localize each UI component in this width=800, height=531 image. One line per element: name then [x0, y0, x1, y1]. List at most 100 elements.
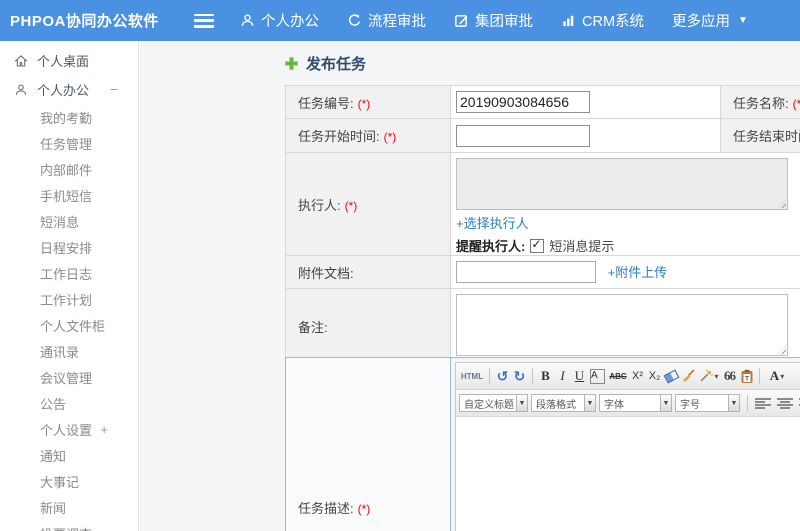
- magic-wand-button[interactable]: ▾: [697, 366, 721, 386]
- redo-button[interactable]: ↻: [511, 366, 528, 386]
- sidebar-item-schedule[interactable]: 日程安排: [0, 234, 138, 260]
- task-number-input[interactable]: [456, 91, 590, 113]
- sms-remind-label: 短消息提示: [549, 239, 615, 254]
- hamburger-menu-button[interactable]: [194, 13, 214, 28]
- nav-item-personal-office[interactable]: 个人办公: [240, 10, 319, 31]
- sidebar-item-attendance[interactable]: 我的考勤: [0, 104, 138, 130]
- eraser-button[interactable]: [663, 366, 680, 386]
- attachment-input[interactable]: [456, 261, 596, 283]
- sidebar-item-work-plan[interactable]: 工作计划: [0, 286, 138, 312]
- collapse-toggle-icon[interactable]: −: [110, 82, 118, 97]
- table-row: 附件文档: +附件上传: [285, 255, 800, 289]
- caret-down-icon[interactable]: ▼: [729, 394, 740, 412]
- attachment-label: 附件文档:: [298, 265, 354, 281]
- sidebar-item-contacts[interactable]: 通讯录: [0, 338, 138, 364]
- sms-remind-checkbox[interactable]: [530, 237, 545, 253]
- nav-item-more-apps[interactable]: 更多应用 ▼: [672, 10, 748, 31]
- table-row: 备注:: [285, 288, 800, 364]
- italic-button[interactable]: I: [554, 366, 571, 386]
- bold-button[interactable]: B: [537, 366, 554, 386]
- nav-item-group-approval[interactable]: 集团审批: [454, 10, 533, 31]
- person-icon: [241, 14, 254, 26]
- editor-toolbar-bottom: 自定义标题 ▼ 段落格式 ▼ 字体 ▼ 字号 ▼: [456, 390, 800, 417]
- sidebar: 个人桌面 个人办公 − 我的考勤 任务管理 内部邮件 手机短信 短消息 日程安排…: [0, 41, 139, 531]
- caret-down-icon[interactable]: ▼: [661, 394, 672, 412]
- paragraph-format-select[interactable]: 段落格式: [531, 394, 585, 412]
- sidebar-item-notice[interactable]: 通知: [0, 442, 138, 468]
- subscript-button[interactable]: X₂: [646, 366, 663, 386]
- caret-down-icon[interactable]: ▼: [585, 394, 596, 412]
- sidebar-item-clipped[interactable]: 投票调查: [0, 520, 138, 531]
- font-color-button[interactable]: A ▾: [764, 366, 790, 386]
- rich-text-editor: HTML ↺ ↻ B I U A ABC X² X₂ ▾ 66 T A ▾ 自定…: [455, 362, 800, 531]
- sidebar-item-file-cabinet[interactable]: 个人文件柜: [0, 312, 138, 338]
- sidebar-item-internal-mail[interactable]: 内部邮件: [0, 156, 138, 182]
- paste-button[interactable]: T: [738, 366, 755, 386]
- caret-down-icon[interactable]: ▼: [517, 394, 528, 412]
- nav-item-crm-system[interactable]: CRM系统: [561, 10, 644, 31]
- sidebar-item-events[interactable]: 大事记: [0, 468, 138, 494]
- align-left-button[interactable]: [755, 397, 771, 409]
- editor-toolbar-top: HTML ↺ ↻ B I U A ABC X² X₂ ▾ 66 T A ▾: [456, 363, 800, 390]
- nav-item-workflow-approval[interactable]: 流程审批: [347, 10, 426, 31]
- superscript-button[interactable]: X²: [629, 366, 646, 386]
- required-marker: (*): [357, 96, 371, 111]
- sidebar-item-personal-office[interactable]: 个人办公 −: [0, 75, 138, 104]
- remind-executor-label: 提醒执行人:: [456, 239, 526, 254]
- sidebar-item-announcement[interactable]: 公告: [0, 390, 138, 416]
- eraser-icon: [663, 368, 680, 384]
- required-marker: (*): [792, 96, 800, 111]
- html-source-button[interactable]: HTML: [459, 366, 485, 386]
- sidebar-item-work-log[interactable]: 工作日志: [0, 260, 138, 286]
- underline-button[interactable]: U: [571, 366, 588, 386]
- caret-down-icon: ▾: [780, 371, 785, 381]
- sidebar-item-short-message[interactable]: 短消息: [0, 208, 138, 234]
- font-size-select[interactable]: 字号: [675, 394, 729, 412]
- editor-content[interactable]: [456, 417, 800, 531]
- svg-text:T: T: [745, 375, 749, 382]
- magic-wand-icon: [700, 369, 714, 382]
- top-navigation: 个人办公 流程审批 集团审批 CRM系统 更多应用 ▼: [240, 10, 748, 31]
- required-marker: (*): [383, 130, 397, 144]
- brush-button[interactable]: [680, 366, 697, 386]
- table-row: 任务描述: (*) HTML ↺ ↻ B I U A ABC X² X₂ ▾ 6…: [285, 357, 800, 531]
- sidebar-item-task-management[interactable]: 任务管理: [0, 130, 138, 156]
- paste-icon: T: [741, 369, 752, 383]
- blockquote-button[interactable]: 66: [721, 366, 738, 386]
- strikethrough-button[interactable]: ABC: [607, 366, 629, 386]
- table-row: 执行人:(*) +选择执行人 提醒执行人: 短消息提示: [285, 152, 800, 256]
- start-time-input[interactable]: [456, 124, 590, 147]
- sidebar-item-personal-settings[interactable]: 个人设置 +: [0, 416, 138, 442]
- main-content: 发布任务 任务编号:(*) 任务名称:(*) 任务开始时间:(*) 任务结束时间…: [140, 41, 800, 531]
- choose-executor-link[interactable]: +选择执行人: [456, 216, 529, 231]
- sidebar-item-mobile-sms[interactable]: 手机短信: [0, 182, 138, 208]
- task-desc-label: 任务描述:: [298, 501, 354, 516]
- heading-select[interactable]: 自定义标题: [459, 394, 517, 412]
- remark-textarea[interactable]: [456, 294, 788, 356]
- remark-label: 备注:: [298, 319, 328, 335]
- task-form-table: 任务编号:(*) 任务名称:(*) 任务开始时间:(*) 任务结束时间:(*) …: [285, 85, 800, 364]
- caret-down-icon: ▼: [738, 15, 748, 26]
- sidebar-item-meeting-management[interactable]: 会议管理: [0, 364, 138, 390]
- caret-down-icon: ▾: [714, 371, 719, 381]
- task-description-table: 任务描述: (*) HTML ↺ ↻ B I U A ABC X² X₂ ▾ 6…: [285, 357, 800, 531]
- executor-label: 执行人:: [298, 197, 341, 213]
- page-title: 发布任务: [306, 56, 367, 73]
- required-marker: (*): [344, 198, 358, 213]
- undo-button[interactable]: ↺: [494, 366, 511, 386]
- page-title-row: 发布任务: [284, 53, 366, 74]
- table-row: 任务编号:(*) 任务名称:(*): [285, 85, 800, 119]
- expand-toggle-icon[interactable]: +: [100, 422, 108, 437]
- edit-square-icon: [455, 15, 468, 27]
- align-center-button[interactable]: [777, 397, 793, 409]
- executor-textarea[interactable]: [456, 158, 788, 210]
- attachment-upload-link[interactable]: +附件上传: [608, 265, 668, 280]
- sidebar-item-personal-desktop[interactable]: 个人桌面: [0, 46, 138, 75]
- font-family-select[interactable]: 字体: [599, 394, 661, 412]
- app-header: PHPOA协同办公软件 个人办公 流程审批 集团审批 CRM系统 更多应用 ▼: [0, 0, 800, 41]
- font-box-button[interactable]: A: [590, 368, 605, 384]
- sidebar-item-news[interactable]: 新闻: [0, 494, 138, 520]
- start-time-label: 任务开始时间:: [298, 129, 380, 144]
- task-number-label: 任务编号:: [298, 95, 354, 111]
- home-icon: [14, 54, 28, 66]
